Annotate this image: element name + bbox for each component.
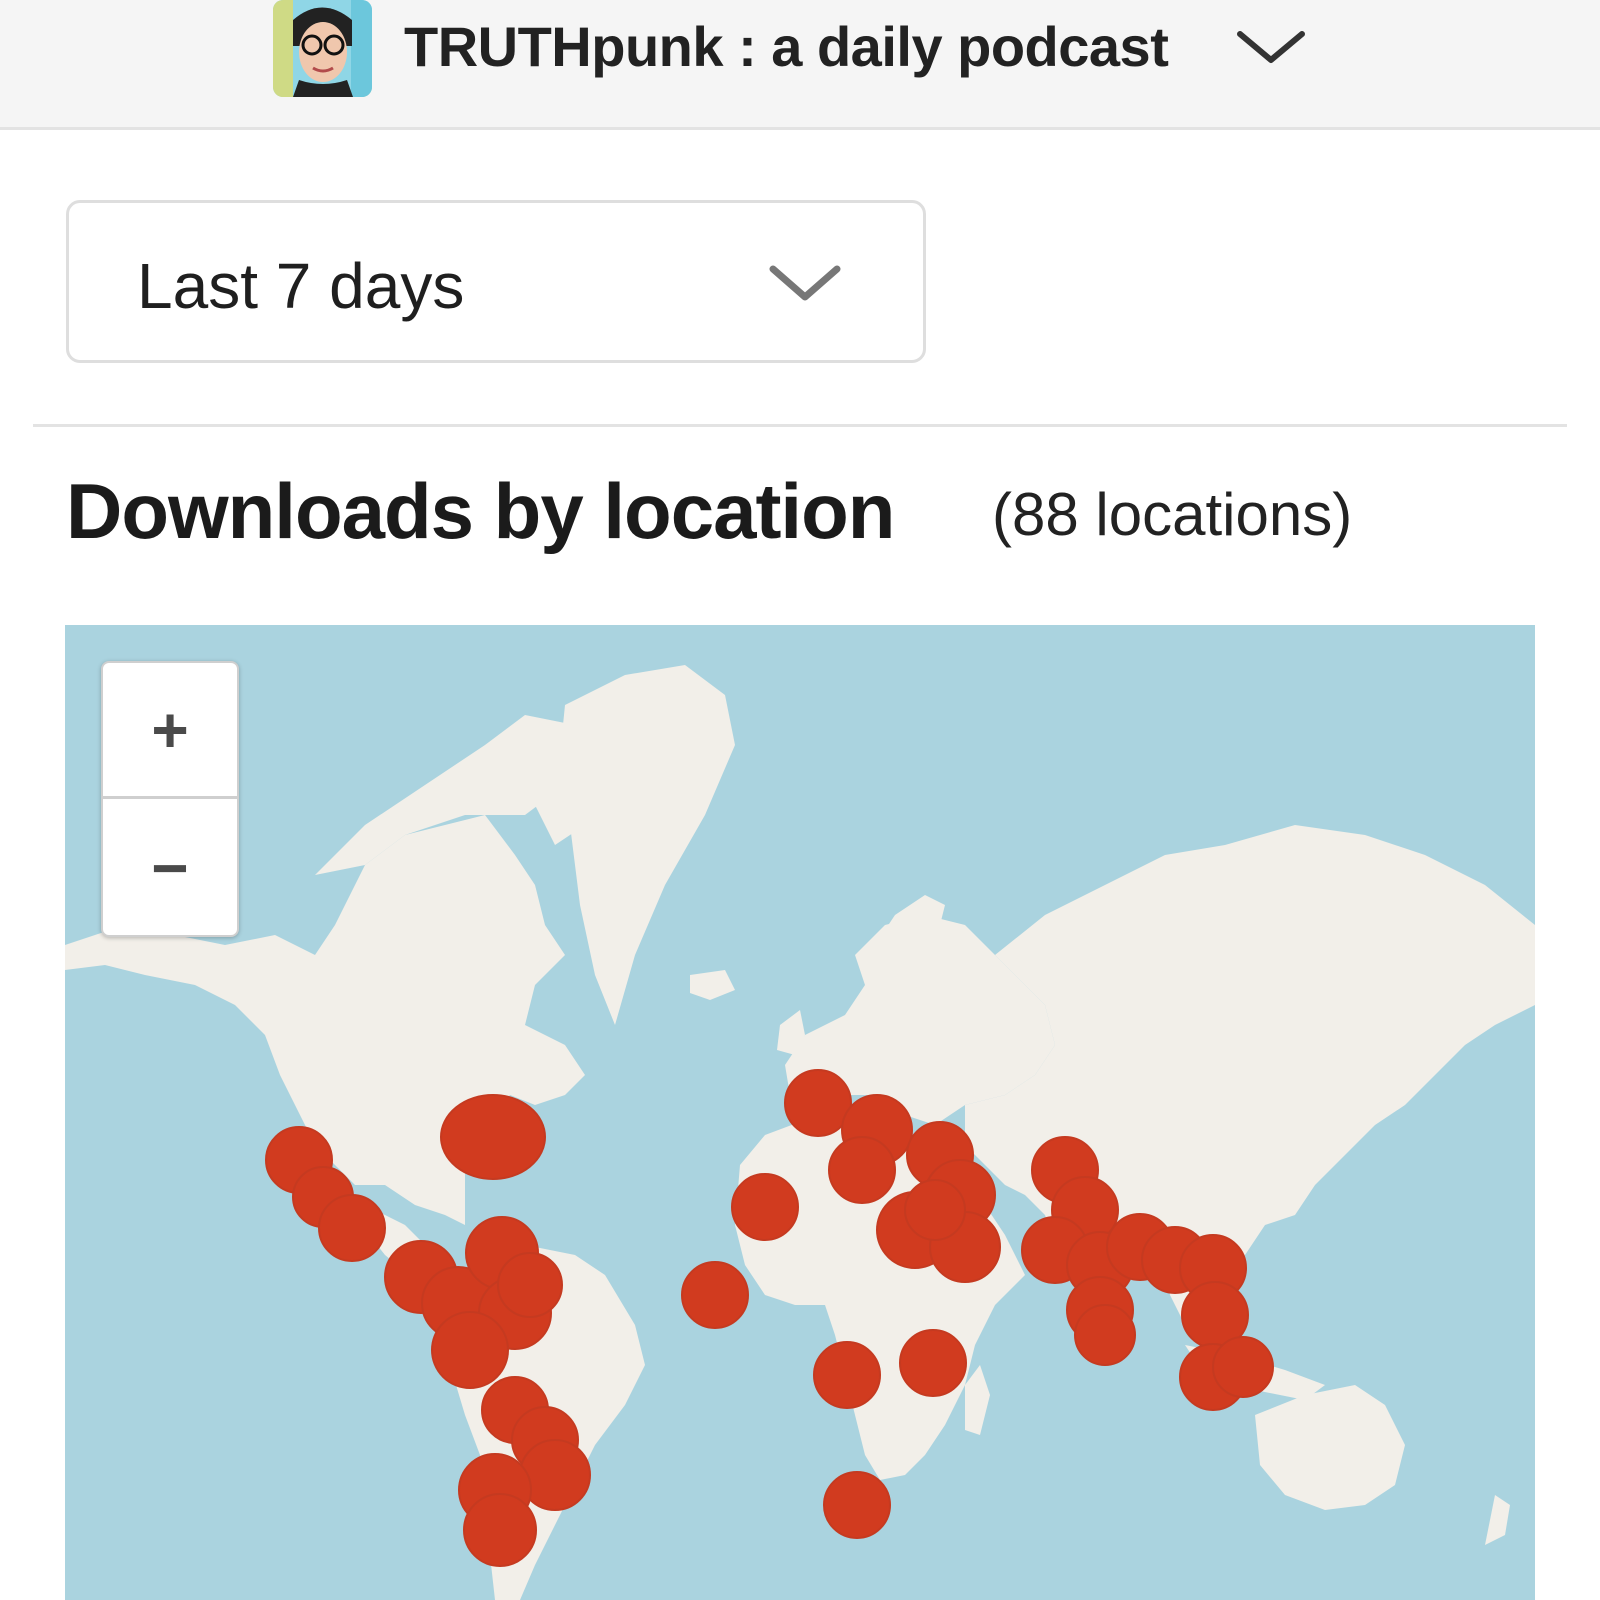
location-marker — [1074, 1304, 1136, 1366]
location-marker — [823, 1471, 891, 1539]
location-marker — [497, 1252, 563, 1318]
location-marker — [318, 1194, 386, 1262]
world-map[interactable]: + − — [65, 625, 1535, 1600]
location-marker — [784, 1069, 852, 1137]
location-marker — [904, 1179, 966, 1241]
date-range-select[interactable]: Last 7 days — [66, 200, 926, 363]
location-count: (88 locations) — [992, 481, 1353, 548]
map-tiles — [65, 665, 1535, 1600]
chevron-down-icon[interactable] — [1236, 28, 1306, 68]
location-marker — [440, 1094, 546, 1180]
location-marker — [731, 1173, 799, 1241]
location-marker — [431, 1311, 509, 1389]
zoom-control: + − — [101, 661, 239, 937]
location-marker — [463, 1493, 537, 1567]
location-marker — [813, 1341, 881, 1409]
land-new-zealand — [1485, 1495, 1510, 1545]
land-iceland — [690, 970, 735, 1000]
location-marker — [681, 1261, 749, 1329]
section-divider — [33, 424, 1567, 427]
date-range-label: Last 7 days — [137, 250, 465, 322]
avatar-portrait-icon — [273, 0, 372, 97]
minus-icon: − — [151, 832, 189, 904]
land-australia — [1255, 1385, 1405, 1510]
location-marker — [1212, 1336, 1274, 1398]
app-header: TRUTHpunk : a daily podcast — [0, 0, 1600, 130]
land-asia — [965, 825, 1535, 1285]
zoom-out-button[interactable]: − — [103, 800, 237, 936]
plus-icon: + — [151, 693, 189, 766]
location-marker — [899, 1329, 967, 1397]
location-marker — [828, 1136, 896, 1204]
land-madagascar — [965, 1365, 990, 1435]
podcast-avatar[interactable] — [273, 0, 372, 97]
section-title: Downloads by location — [66, 467, 895, 555]
chevron-down-icon — [769, 265, 841, 301]
podcast-title[interactable]: TRUTHpunk : a daily podcast — [404, 14, 1169, 79]
zoom-in-button[interactable]: + — [103, 663, 237, 799]
land-greenland — [560, 665, 735, 1025]
